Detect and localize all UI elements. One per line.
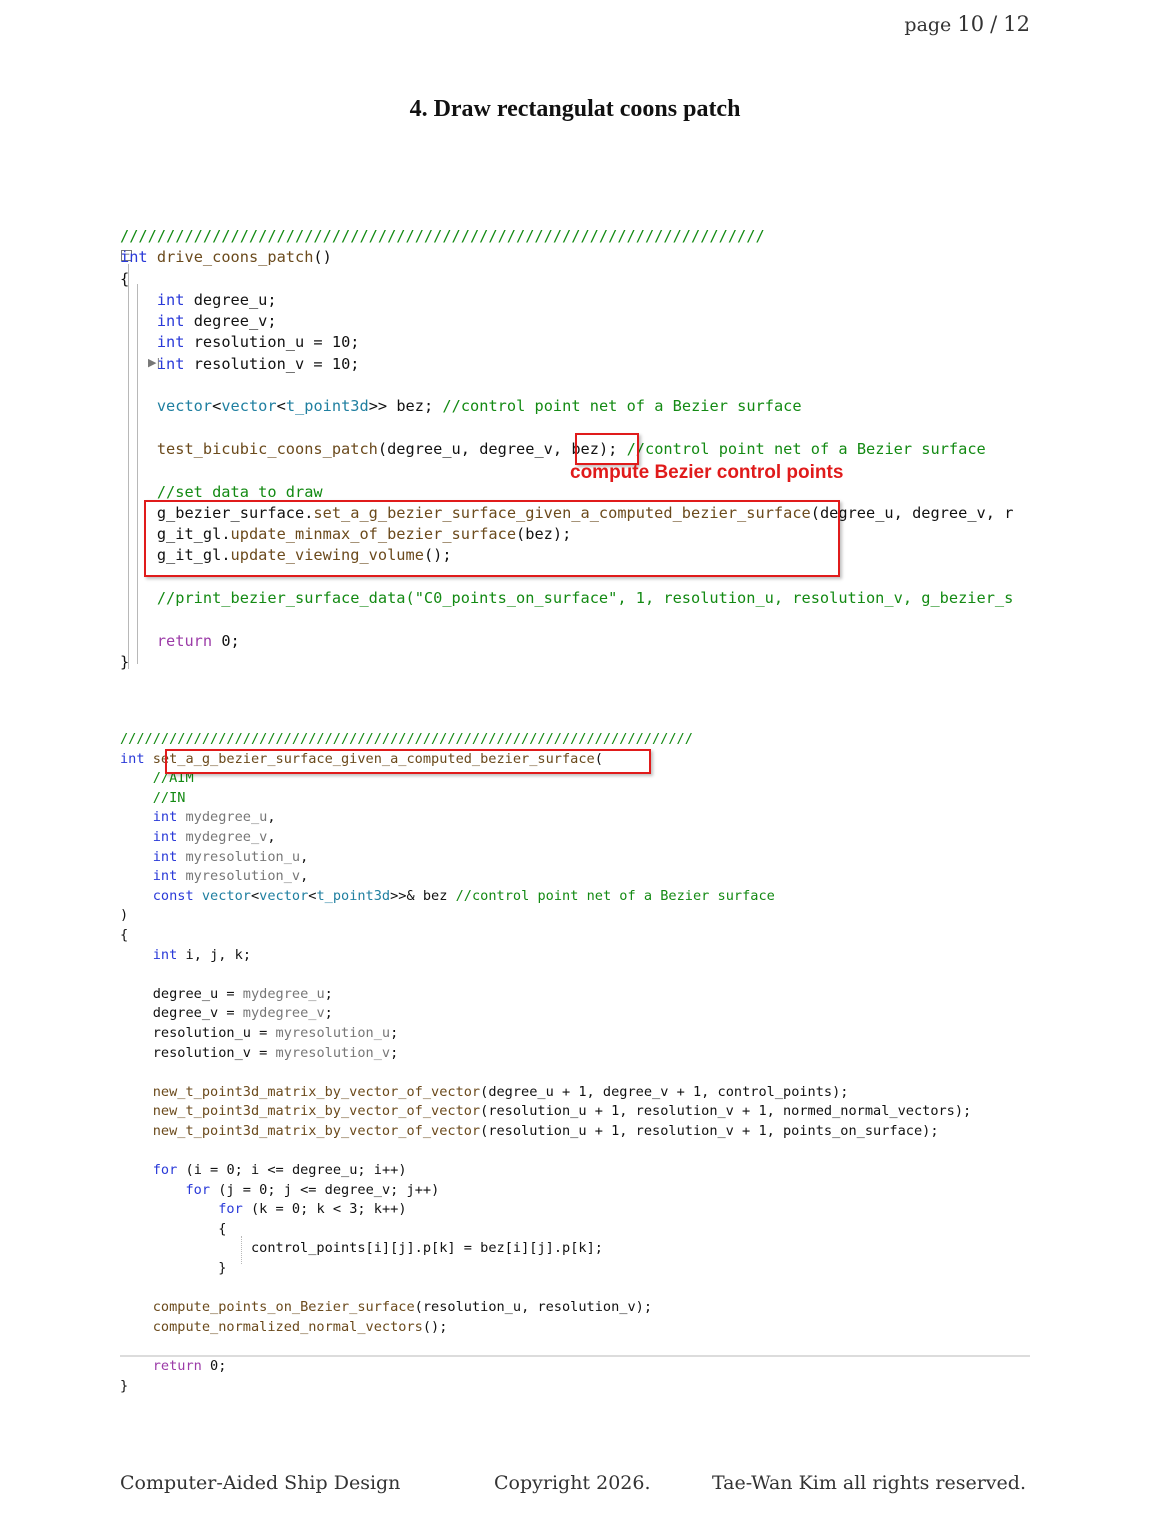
- code-line: new_t_point3d_matrix_by_vector_of_vector…: [152, 1103, 972, 1120]
- code-line: int degree_u;: [156, 290, 277, 309]
- code-line: {: [120, 926, 129, 943]
- footer-author: Tae-Wan Kim all rights reserved.: [711, 1472, 1026, 1494]
- code-line: degree_v = mydegree_v;: [152, 1005, 333, 1022]
- code-line: int degree_v;: [156, 312, 277, 331]
- code-line: }: [120, 652, 130, 671]
- code-line: resolution_v = myresolution_v;: [152, 1044, 399, 1061]
- highlight-box-bez-argument: [575, 433, 639, 465]
- code-line: int myresolution_v,: [152, 868, 309, 885]
- code-line: {: [120, 1220, 227, 1237]
- comment-separator: ////////////////////////////////////////…: [120, 227, 765, 245]
- page-separator: /: [990, 12, 998, 36]
- code-block-set-bezier-surface: ////////////////////////////////////////…: [120, 730, 1030, 1396]
- code-line: //print_bezier_surface_data("C0_points_o…: [156, 589, 1014, 608]
- indent-guide-line: [241, 1236, 242, 1264]
- code-line: degree_u = mydegree_u;: [152, 985, 333, 1002]
- code-line: control_points[i][j].p[k] = bez[i][j].p[…: [250, 1240, 603, 1257]
- code-line: }: [120, 1260, 227, 1277]
- code-line: new_t_point3d_matrix_by_vector_of_vector…: [152, 1083, 849, 1100]
- highlight-box-function-name: [165, 749, 651, 774]
- code-line: new_t_point3d_matrix_by_vector_of_vector…: [152, 1122, 939, 1139]
- code-line: compute_points_on_Bezier_surface(resolut…: [152, 1299, 653, 1316]
- code-line: resolution_u = myresolution_u;: [152, 1024, 399, 1041]
- code-line: for (i = 0; i <= degree_u; i++): [152, 1162, 407, 1179]
- code-line: int resolution_u = 10;: [156, 333, 360, 352]
- page-number: page 10 / 12: [904, 12, 1030, 36]
- code-line: //IN: [152, 789, 186, 806]
- code-line: int myresolution_u,: [152, 848, 309, 865]
- divider: [120, 1355, 1030, 1357]
- page-current: 10: [957, 12, 985, 36]
- code-line: for (j = 0; j <= degree_v; j++): [185, 1181, 440, 1198]
- comment-separator: ////////////////////////////////////////…: [120, 731, 693, 747]
- annotation-compute-control-points: compute Bezier control points: [570, 462, 844, 483]
- code-line: int mydegree_u,: [152, 809, 276, 826]
- code-line: }: [120, 1377, 129, 1394]
- code-line: int drive_coons_patch(): [120, 248, 332, 267]
- page-label: page: [904, 14, 952, 36]
- page-total: 12: [1003, 12, 1030, 36]
- code-line: compute_normalized_normal_vectors();: [152, 1318, 448, 1335]
- highlight-box-set-data-calls: [144, 500, 840, 577]
- code-line: return 0;: [156, 631, 240, 650]
- code-line: vector<vector<t_point3d>> bez; //control…: [156, 397, 802, 416]
- code-line: return 0;: [152, 1358, 227, 1374]
- code-line: const vector<vector<t_point3d>>& bez //c…: [152, 887, 775, 904]
- code-line: {: [120, 269, 130, 288]
- code-line: ): [120, 907, 129, 924]
- code-line: int i, j, k;: [152, 946, 251, 963]
- code-line: int mydegree_v,: [152, 828, 276, 845]
- code-line: int resolution_v = 10;: [156, 354, 360, 373]
- footer-course: Computer-Aided Ship Design: [120, 1472, 401, 1494]
- section-title: 4. Draw rectangulat coons patch: [409, 96, 741, 122]
- code-line: for (k = 0; k < 3; k++): [218, 1201, 407, 1218]
- footer-copyright: Copyright 2026.: [494, 1472, 651, 1494]
